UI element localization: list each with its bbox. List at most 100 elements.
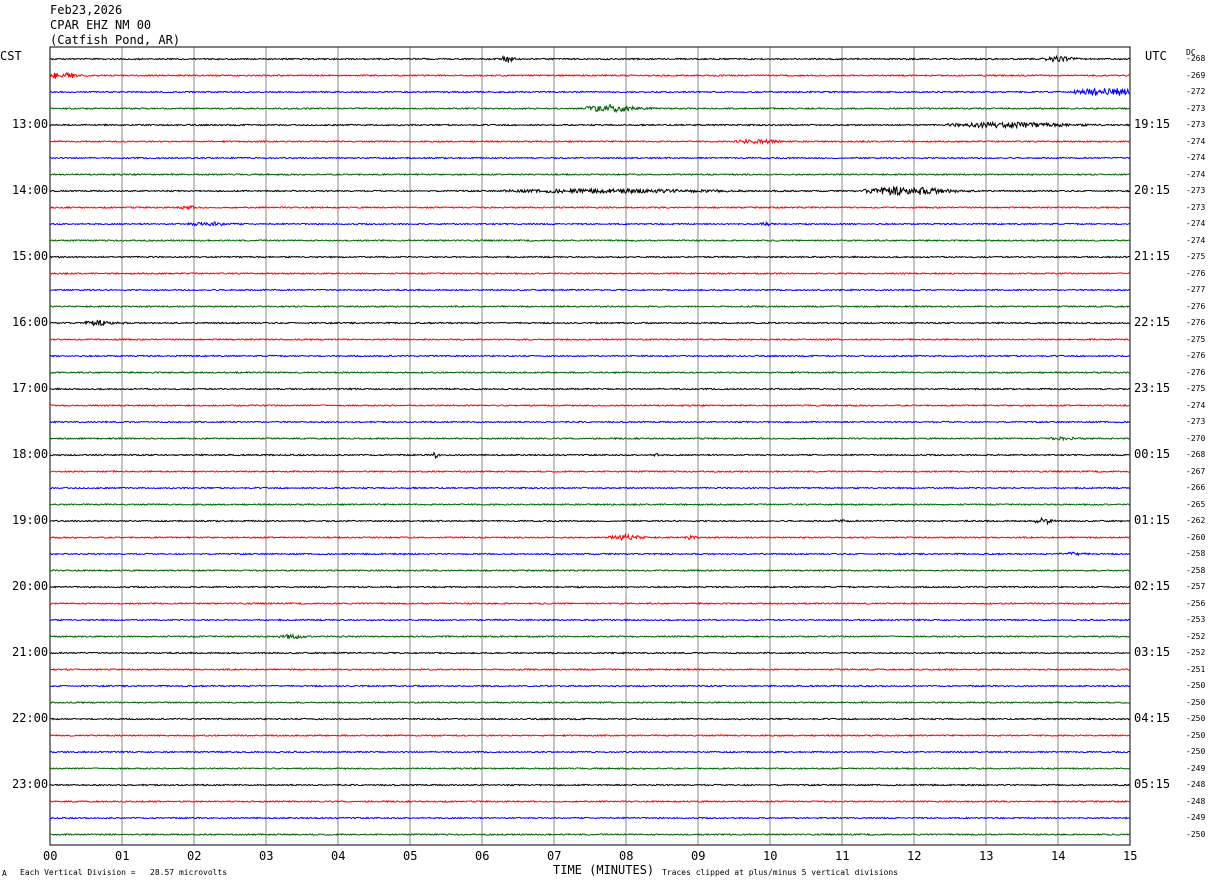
dc-offset-value: -274 xyxy=(1186,400,1206,410)
dc-offset-value: -260 xyxy=(1186,532,1206,542)
right-hour-label: 05:15 xyxy=(1134,777,1171,791)
seismic-trace xyxy=(49,238,1131,243)
dc-offset-value: -275 xyxy=(1186,384,1206,393)
dc-offset-value: -265 xyxy=(1186,499,1206,509)
seismic-trace xyxy=(49,469,1131,474)
seismic-trace xyxy=(49,783,1131,787)
seismic-trace xyxy=(49,204,1131,211)
dc-offset-value: -266 xyxy=(1186,483,1206,492)
left-hour-label: 21:00 xyxy=(12,645,49,659)
dc-offset-value: -268 xyxy=(1186,54,1206,63)
seismic-trace xyxy=(49,733,1131,738)
dc-offset-value: -248 xyxy=(1186,780,1206,789)
seismic-trace xyxy=(49,255,1131,259)
right-hour-label: 00:15 xyxy=(1134,447,1171,461)
dc-offset-value: -274 xyxy=(1186,219,1206,228)
seismic-trace xyxy=(49,54,1131,63)
seismic-trace xyxy=(49,337,1131,342)
seismic-trace xyxy=(49,387,1131,391)
dc-offset-value: -276 xyxy=(1186,351,1206,360)
seismic-trace xyxy=(49,120,1131,130)
right-hour-label: 21:15 xyxy=(1134,249,1171,263)
seismic-trace xyxy=(49,633,1131,640)
dc-offset-value: -273 xyxy=(1186,120,1206,129)
dc-offset-value: -273 xyxy=(1186,103,1206,113)
dc-offset-value: -258 xyxy=(1186,549,1206,558)
right-hour-label: 04:15 xyxy=(1134,711,1171,725)
dc-offset-value: -253 xyxy=(1186,615,1206,624)
x-tick-label: 00 xyxy=(43,849,58,863)
seismic-trace xyxy=(49,172,1131,177)
x-tick-label: 07 xyxy=(547,849,562,863)
x-tick-label: 09 xyxy=(691,849,706,863)
seismic-trace xyxy=(49,71,1131,79)
x-tick-label: 02 xyxy=(187,849,202,863)
seismic-trace xyxy=(49,435,1131,442)
dc-offset-value: -249 xyxy=(1186,813,1206,822)
seismic-trace xyxy=(49,271,1131,276)
seismic-trace xyxy=(49,816,1131,820)
seismic-trace xyxy=(49,700,1131,705)
dc-offset-value: -276 xyxy=(1186,301,1206,311)
dc-offset-value: -276 xyxy=(1186,318,1206,327)
dc-offset-value: -251 xyxy=(1186,664,1206,674)
seismic-trace xyxy=(49,601,1131,606)
seismic-trace xyxy=(49,486,1131,490)
corner-mark: A xyxy=(2,869,7,878)
seismic-trace xyxy=(49,766,1131,771)
x-tick-label: 01 xyxy=(115,849,130,863)
right-hour-label: 03:15 xyxy=(1134,645,1171,659)
dc-offset-value: -270 xyxy=(1186,433,1206,443)
x-tick-label: 15 xyxy=(1123,849,1138,863)
seismic-trace xyxy=(49,532,1131,542)
seismic-trace xyxy=(49,354,1131,358)
dc-offset-value: -274 xyxy=(1186,169,1206,179)
seismic-trace xyxy=(49,667,1131,672)
dc-offset-value: -275 xyxy=(1186,334,1206,344)
dc-offset-value: -252 xyxy=(1186,648,1206,657)
x-tick-label: 10 xyxy=(763,849,778,863)
right-hour-label: 20:15 xyxy=(1134,183,1171,197)
dc-offset-value: -262 xyxy=(1186,516,1206,525)
right-hour-label: 02:15 xyxy=(1134,579,1171,593)
seismic-trace xyxy=(49,585,1131,589)
x-tick-label: 13 xyxy=(979,849,994,863)
left-hour-label: 22:00 xyxy=(12,711,49,725)
seismic-trace xyxy=(49,304,1131,309)
left-hour-label: 13:00 xyxy=(12,117,49,131)
dc-offset-value: -273 xyxy=(1186,202,1206,212)
left-hour-label: 16:00 xyxy=(12,315,49,329)
seismic-trace xyxy=(49,684,1131,688)
dc-offset-value: -277 xyxy=(1186,285,1206,294)
dc-offset-value: -273 xyxy=(1186,186,1206,195)
dc-offset-value: -276 xyxy=(1186,268,1206,278)
dc-offset-value: -250 xyxy=(1186,714,1206,723)
seismic-trace xyxy=(49,288,1131,292)
left-hour-label: 19:00 xyxy=(12,513,49,527)
dc-offset-value: -250 xyxy=(1186,747,1206,756)
dc-offset-value: -274 xyxy=(1186,235,1206,245)
left-hour-label: 17:00 xyxy=(12,381,49,395)
clip-note: Traces clipped at plus/minus 5 vertical … xyxy=(662,868,899,877)
dc-offset-value: -249 xyxy=(1186,763,1206,773)
seismic-trace xyxy=(49,403,1131,408)
seismic-trace xyxy=(49,516,1131,526)
x-tick-label: 12 xyxy=(907,849,922,863)
seismic-trace xyxy=(49,137,1131,146)
right-hour-label: 19:15 xyxy=(1134,117,1171,131)
seismic-trace xyxy=(49,568,1131,573)
left-hour-label: 18:00 xyxy=(12,447,49,461)
dc-offset-value: -267 xyxy=(1186,466,1206,476)
seismic-trace xyxy=(49,832,1131,837)
x-tick-label: 03 xyxy=(259,849,274,863)
dc-offset-value: -250 xyxy=(1186,681,1206,690)
seismic-trace xyxy=(49,319,1131,327)
x-tick-label: 11 xyxy=(835,849,850,863)
dc-offset-value: -258 xyxy=(1186,565,1206,575)
seismic-trace xyxy=(49,185,1131,197)
seismic-trace xyxy=(49,750,1131,754)
dc-offset-value: -250 xyxy=(1186,697,1206,707)
seismic-trace xyxy=(49,551,1131,557)
seismic-trace xyxy=(49,103,1131,114)
dc-offset-value: -248 xyxy=(1186,796,1206,806)
